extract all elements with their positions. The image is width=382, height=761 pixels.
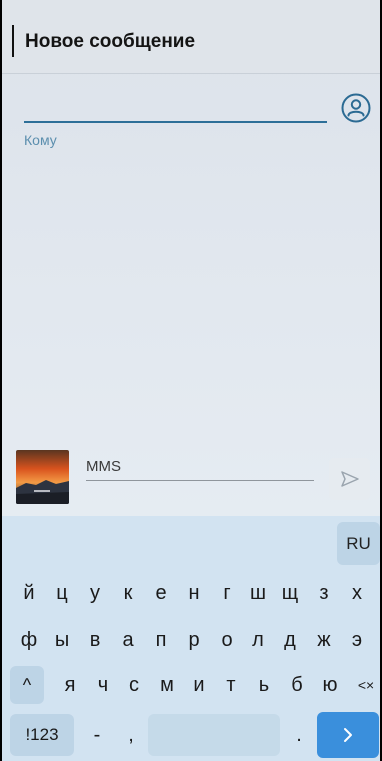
key[interactable]: о — [214, 620, 240, 660]
key[interactable]: с — [121, 665, 147, 705]
key[interactable]: ш — [245, 573, 271, 613]
chevron-right-icon — [344, 728, 352, 742]
key[interactable]: у — [82, 573, 108, 613]
enter-key[interactable] — [317, 712, 379, 758]
key[interactable]: ц — [49, 573, 75, 613]
key[interactable]: в — [82, 620, 108, 660]
key[interactable]: х — [344, 573, 370, 613]
key[interactable]: б — [284, 665, 310, 705]
recipient-label: Кому — [24, 132, 57, 148]
message-input[interactable]: MMS — [86, 458, 121, 475]
key[interactable]: е — [148, 573, 174, 613]
key[interactable]: т — [218, 665, 244, 705]
space-key[interactable] — [148, 714, 280, 756]
key[interactable]: р — [181, 620, 207, 660]
key[interactable]: м — [154, 665, 180, 705]
keyboard-row-1: й ц у к е н г ш щ з х — [0, 573, 382, 613]
key[interactable]: к — [115, 573, 141, 613]
key[interactable]: д — [277, 620, 303, 660]
language-key[interactable]: RU — [337, 522, 380, 565]
comma-key[interactable]: , — [116, 714, 146, 756]
backspace-key[interactable]: <× — [351, 666, 381, 704]
key[interactable]: ч — [90, 665, 116, 705]
key[interactable]: щ — [277, 573, 303, 613]
send-icon — [340, 471, 359, 487]
key[interactable]: а — [115, 620, 141, 660]
key[interactable]: п — [148, 620, 174, 660]
key[interactable]: ы — [49, 620, 75, 660]
key[interactable]: г — [214, 573, 240, 613]
recipient-input[interactable] — [24, 121, 327, 123]
attachment-thumbnail[interactable] — [16, 450, 69, 504]
period-key[interactable]: . — [284, 714, 314, 756]
key[interactable]: ь — [251, 665, 277, 705]
key[interactable]: ю — [317, 665, 343, 705]
contact-picker-icon[interactable] — [340, 92, 372, 124]
keyboard-row-2: ф ы в а п р о л д ж э — [0, 620, 382, 660]
minus-key[interactable]: - — [80, 714, 114, 756]
text-cursor — [12, 25, 14, 57]
send-button[interactable] — [329, 458, 370, 500]
key[interactable]: ф — [16, 620, 42, 660]
key[interactable]: я — [57, 665, 83, 705]
key[interactable]: л — [245, 620, 271, 660]
key[interactable]: э — [344, 620, 370, 660]
app-header: Новое сообщение — [0, 0, 382, 74]
key[interactable]: й — [16, 573, 42, 613]
keyboard-row-3: я ч с м и т ь б ю — [0, 665, 382, 705]
key[interactable]: и — [186, 665, 212, 705]
page-title: Новое сообщение — [25, 31, 196, 52]
key[interactable]: з — [311, 573, 337, 613]
key[interactable]: н — [181, 573, 207, 613]
message-input-underline — [86, 480, 314, 481]
symbols-key[interactable]: !123 — [10, 714, 74, 756]
key[interactable]: ж — [311, 620, 337, 660]
